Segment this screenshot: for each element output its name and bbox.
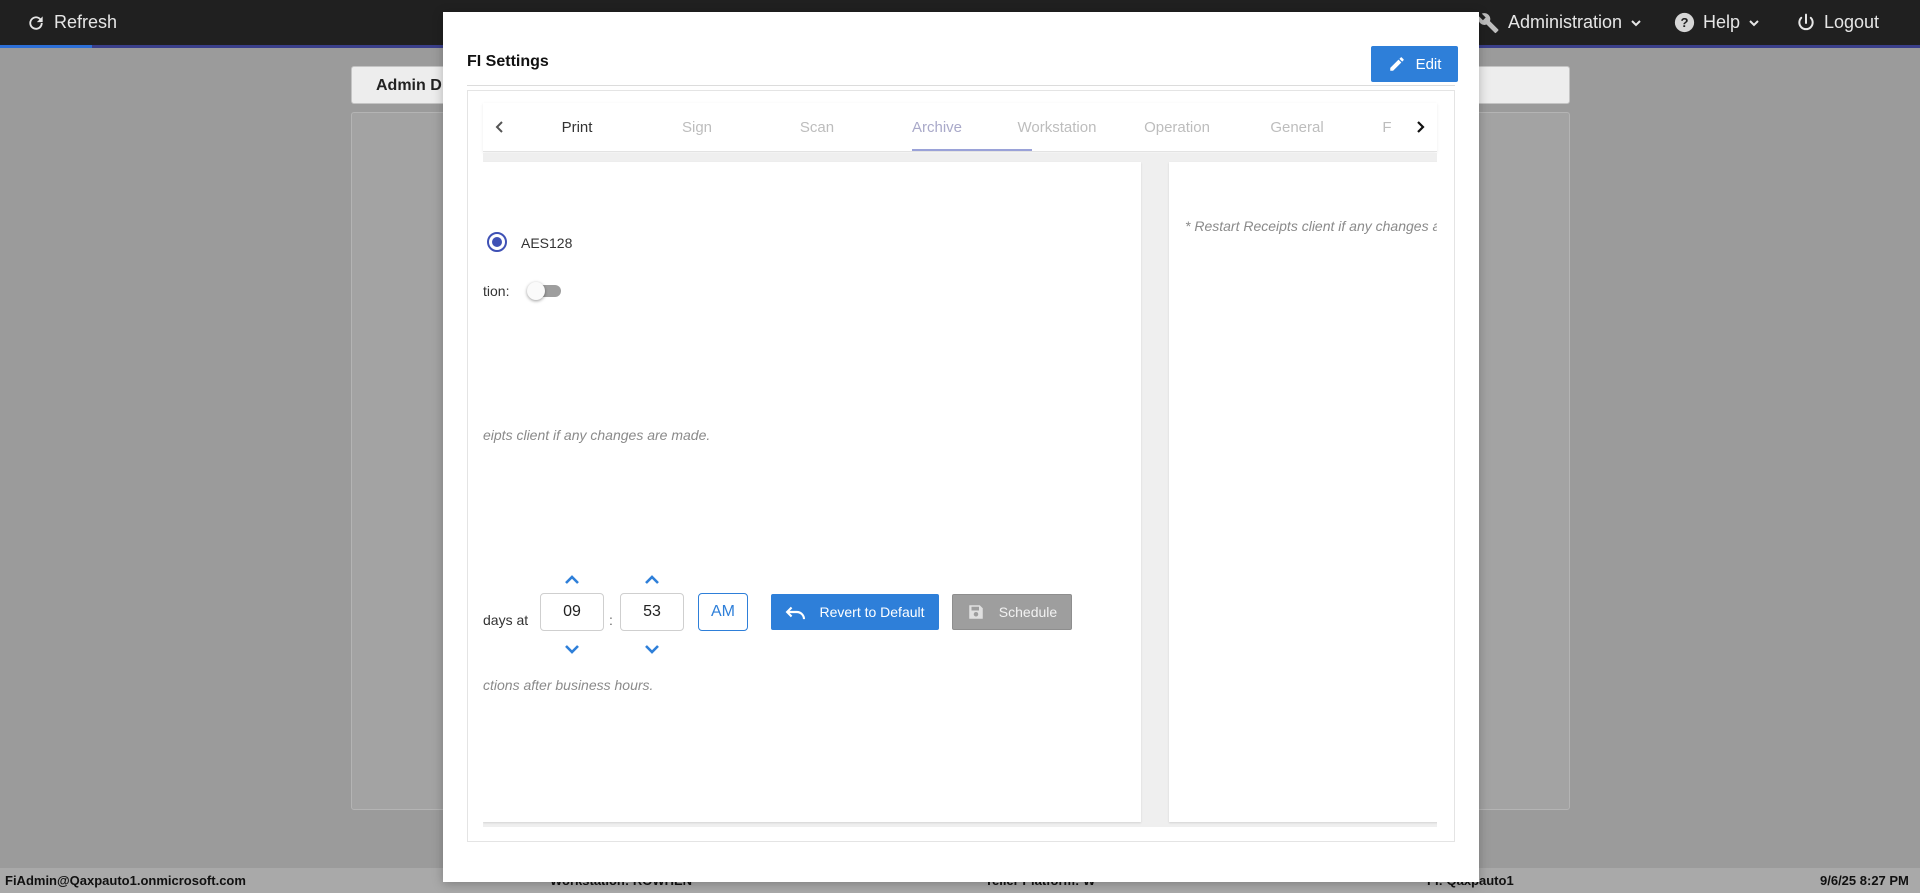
help-icon: ? (1674, 12, 1695, 33)
settings-tabs: Print Sign Scan Archive Workstation Oper… (483, 103, 1437, 152)
minute-input[interactable] (620, 593, 684, 631)
minute-increment-button[interactable] (642, 573, 662, 587)
radio-selected-dot (492, 237, 502, 247)
logout-button[interactable]: Logout (1796, 0, 1879, 45)
administration-menu[interactable]: Administration (1478, 0, 1642, 45)
tab-operation[interactable]: Operation (1117, 103, 1237, 151)
schedule-prefix-label: days at (483, 612, 529, 628)
tab-scroll-left-button[interactable] (483, 103, 517, 151)
undo-icon (786, 606, 806, 620)
logout-label: Logout (1824, 12, 1880, 32)
ampm-toggle-button[interactable]: AM (698, 593, 748, 631)
encryption-toggle[interactable] (527, 279, 563, 303)
save-icon (969, 605, 983, 619)
schedule-label: Schedule (998, 604, 1058, 620)
business-hours-note: ctions after business hours. (483, 677, 654, 693)
schedule-button[interactable]: Schedule (952, 594, 1072, 630)
hour-decrement-button[interactable] (562, 642, 582, 656)
tab-scroll-right-button[interactable] (1403, 103, 1437, 151)
tab-scan[interactable]: Scan (757, 103, 877, 151)
chevron-down-icon (1631, 19, 1641, 26)
help-menu[interactable]: ? Help (1674, 0, 1760, 45)
archive-tab-body: AES128 tion: eipts client if any changes… (483, 153, 1437, 827)
svg-text:?: ? (1680, 15, 1688, 30)
chevron-left-icon (495, 121, 503, 133)
tab-workstation[interactable]: Workstation (997, 103, 1117, 151)
refresh-icon (29, 15, 43, 30)
active-tab-indicator (912, 149, 1032, 151)
refresh-button[interactable]: Refresh (26, 0, 117, 45)
administration-label: Administration (1508, 12, 1623, 32)
help-label: Help (1703, 12, 1741, 32)
tab-print[interactable]: Print (517, 103, 637, 151)
tab-sign[interactable]: Sign (637, 103, 757, 151)
aes128-label: AES128 (521, 235, 573, 251)
pencil-icon (1389, 57, 1404, 71)
edit-button[interactable]: Edit (1371, 46, 1458, 82)
settings-content-frame: Print Sign Scan Archive Workstation Oper… (467, 90, 1455, 842)
hour-input[interactable] (540, 593, 604, 631)
edit-label: Edit (1415, 55, 1442, 73)
admin-dashboard-tab[interactable]: Admin D (376, 77, 442, 95)
chevron-down-icon (1749, 19, 1759, 26)
dialog-header: FI Settings Edit (467, 36, 1458, 86)
revert-to-default-button[interactable]: Revert to Default (771, 594, 939, 630)
hour-increment-button[interactable] (562, 573, 582, 587)
aes128-radio[interactable] (487, 232, 507, 252)
toggle-knob (527, 282, 545, 300)
restart-note: eipts client if any changes are made. (483, 427, 711, 443)
restart-info-card: * Restart Receipts client if any changes… (1169, 162, 1437, 822)
status-user: FiAdmin@Qaxpauto1.onmicrosoft.com (5, 873, 246, 888)
tab-general[interactable]: General (1237, 103, 1357, 151)
toggle-label: tion: (483, 283, 510, 299)
fi-settings-dialog: FI Settings Edit Print Sign Scan Archive… (443, 12, 1479, 882)
dialog-title: FI Settings (467, 53, 549, 70)
chevron-right-icon (1417, 121, 1425, 133)
minute-decrement-button[interactable] (642, 642, 662, 656)
archive-settings-card: AES128 tion: eipts client if any changes… (483, 162, 1141, 822)
wrench-icon (1478, 12, 1499, 33)
refresh-label: Refresh (54, 12, 118, 32)
power-icon (1798, 13, 1814, 30)
tab-archive[interactable]: Archive (877, 103, 997, 151)
revert-label: Revert to Default (819, 604, 925, 620)
restart-info-note: * Restart Receipts client if any changes… (1185, 218, 1437, 234)
time-separator: : (609, 612, 613, 628)
refresh-progress-indicator (0, 45, 92, 48)
status-datetime: 9/6/25 8:27 PM (1820, 873, 1909, 888)
